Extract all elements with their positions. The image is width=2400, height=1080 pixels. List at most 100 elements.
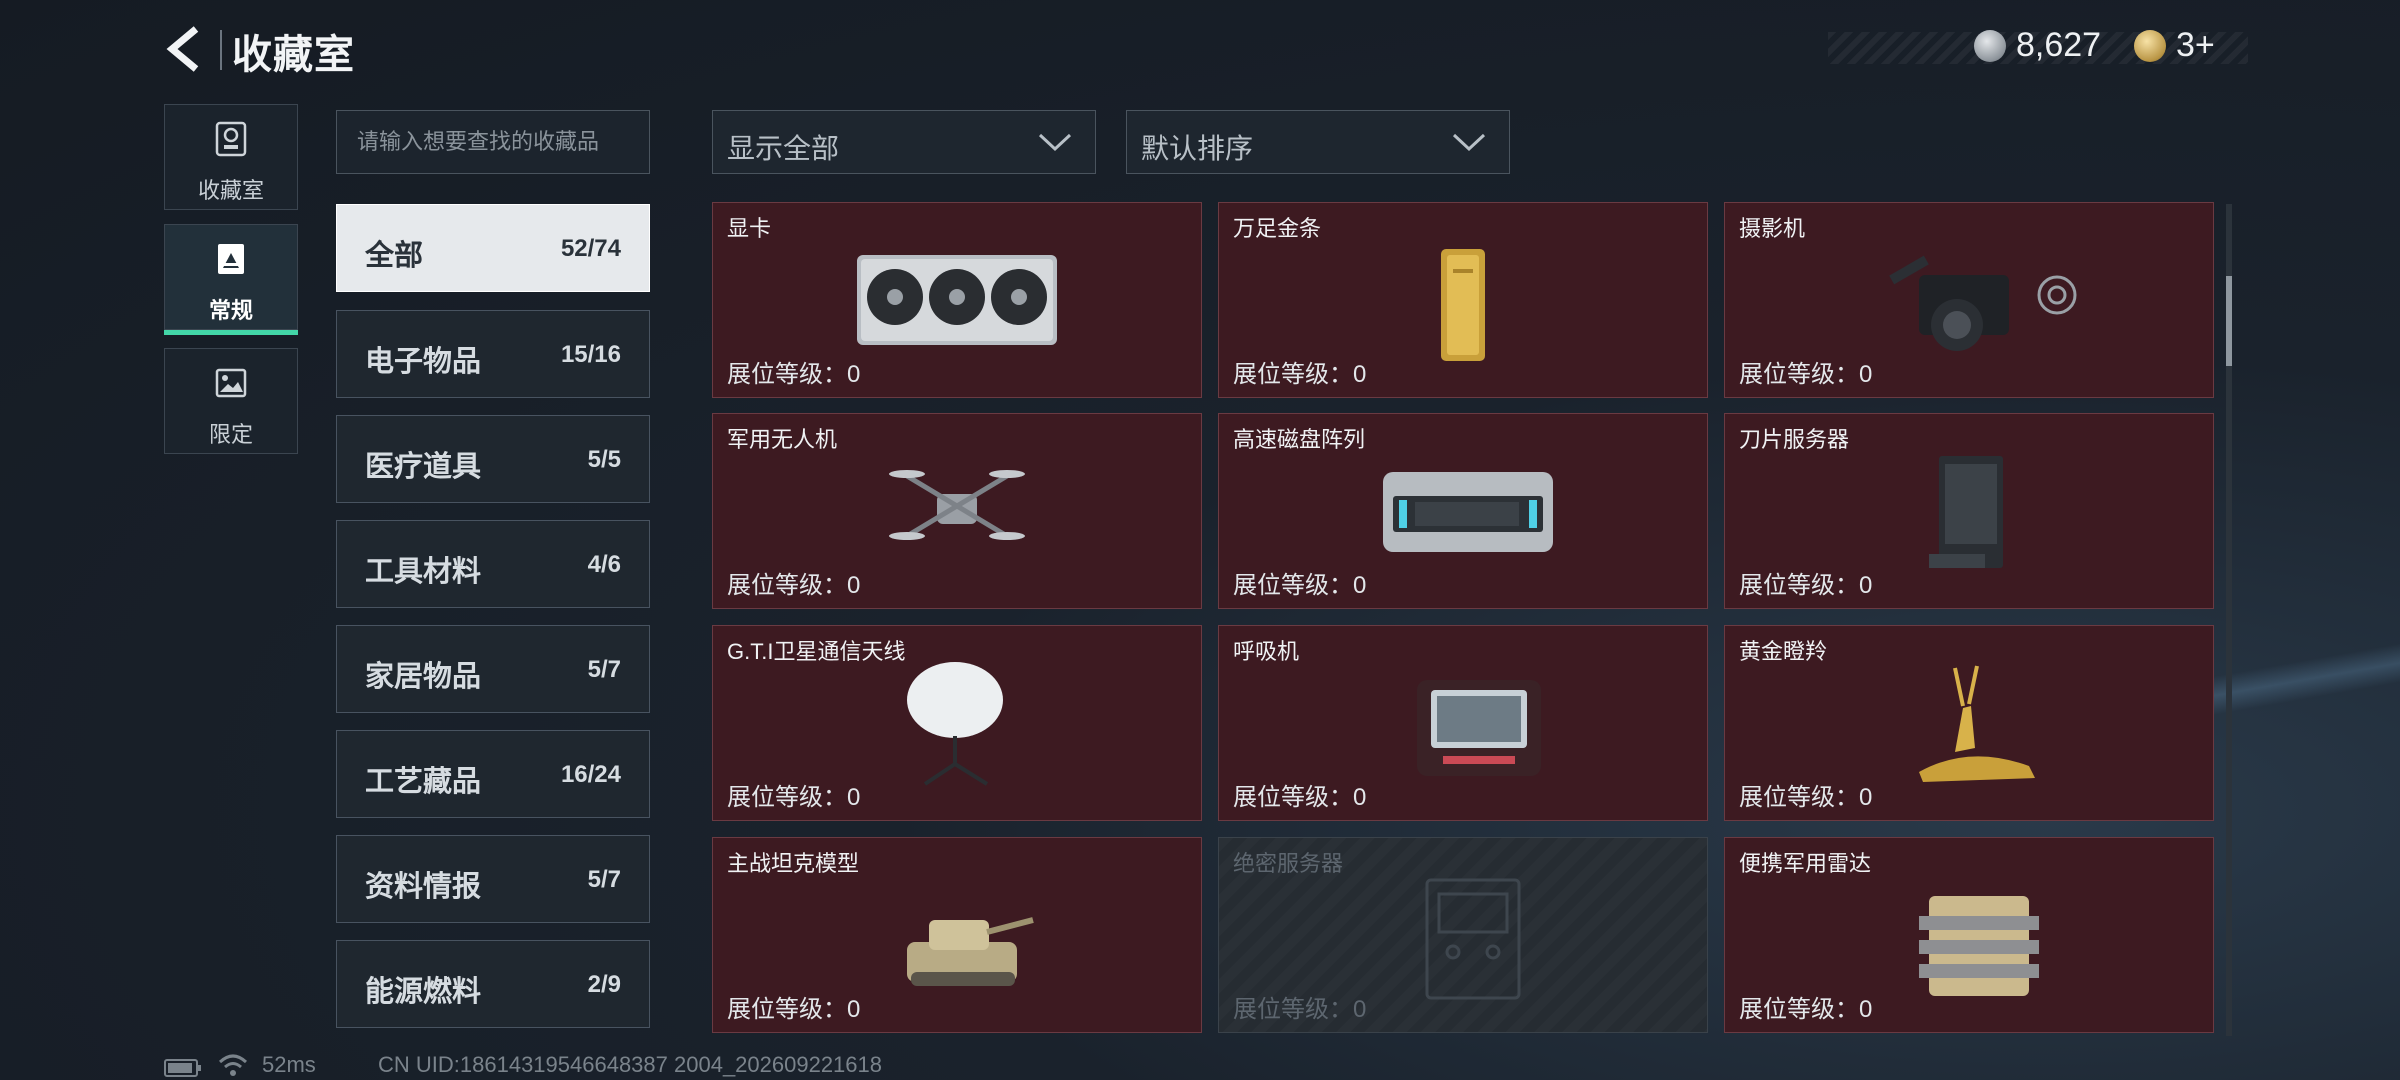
category-count: 5/7 — [587, 656, 621, 683]
graphics-card-icon — [857, 255, 1057, 345]
title-divider — [220, 30, 222, 70]
scrollbar-thumb[interactable] — [2226, 276, 2232, 366]
disk-array-icon — [1383, 472, 1553, 552]
item-level: 展位等级：0 — [727, 784, 861, 811]
photo-card-icon — [218, 244, 244, 274]
category-intel[interactable]: 资料情报 5/7 — [336, 835, 650, 923]
item-level: 展位等级：0 — [1739, 572, 1873, 599]
nav-label: 收藏室 — [197, 178, 264, 203]
nav-label: 常规 — [208, 298, 253, 323]
secret-server-icon — [1425, 878, 1521, 1000]
item-level: 展位等级：0 — [1739, 996, 1873, 1023]
item-level: 展位等级：0 — [1233, 572, 1367, 599]
item-card[interactable]: G.T.I卫星通信天线 展位等级：0 — [712, 625, 1202, 821]
landscape-icon — [215, 368, 247, 398]
item-name: 万足金条 — [1233, 216, 1322, 241]
category-name: 工具材料 — [365, 556, 482, 588]
category-count: 2/9 — [587, 971, 621, 998]
category-name: 电子物品 — [365, 346, 482, 378]
item-card[interactable]: 高速磁盘阵列 展位等级：0 — [1218, 413, 1708, 609]
golden-gazelle-icon — [1919, 665, 2035, 782]
item-level: 展位等级：0 — [1233, 996, 1367, 1023]
nav-label: 限定 — [208, 422, 253, 447]
item-name: 摄影机 — [1739, 216, 1806, 241]
ventilator-icon — [1417, 680, 1541, 776]
item-level: 展位等级：0 — [1739, 361, 1873, 388]
category-name: 能源燃料 — [365, 976, 482, 1008]
item-card[interactable]: 呼吸机 展位等级：0 — [1218, 625, 1708, 821]
nav-limited[interactable]: 限定 — [164, 348, 298, 454]
gold-bar-icon — [1441, 249, 1485, 361]
portable-radar-icon — [1919, 896, 2039, 996]
gold-badge-icon — [2134, 30, 2166, 62]
item-card[interactable]: 主战坦克模型 展位等级：0 — [712, 837, 1202, 1033]
item-name: 刀片服务器 — [1739, 427, 1850, 452]
ping-value: 52ms — [262, 1052, 316, 1077]
blade-server-icon — [1929, 456, 2003, 568]
filter-value: 显示全部 — [727, 133, 840, 164]
item-card[interactable]: 军用无人机 展位等级：0 — [712, 413, 1202, 609]
category-household[interactable]: 家居物品 5/7 — [336, 625, 650, 713]
category-count: 15/16 — [560, 341, 621, 368]
tank-model-icon — [907, 917, 1034, 986]
sort-dropdown[interactable]: 默认排序 — [1126, 110, 1510, 174]
item-card[interactable]: 万足金条 展位等级：0 — [1218, 202, 1708, 398]
trophy-icon — [215, 121, 247, 157]
category-name: 全部 — [365, 240, 424, 272]
filter-dropdown[interactable]: 显示全部 — [712, 110, 1096, 174]
item-level: 展位等级：0 — [1739, 784, 1873, 811]
item-level: 展位等级：0 — [727, 361, 861, 388]
chevron-down-icon — [1038, 133, 1072, 152]
item-card[interactable]: 显卡 展位等级：0 — [712, 202, 1202, 398]
item-name: 主战坦克模型 — [727, 851, 860, 876]
category-count: 5/7 — [587, 866, 621, 893]
silver-coin-icon — [1974, 30, 2006, 62]
category-count: 5/5 — [587, 446, 621, 473]
item-card-locked[interactable]: 绝密服务器 展位等级：0 — [1218, 837, 1708, 1033]
item-card[interactable]: 便携军用雷达 展位等级：0 — [1724, 837, 2214, 1033]
chevron-down-icon — [1452, 133, 1486, 152]
nav-regular[interactable]: 常规 — [164, 224, 298, 335]
category-name: 家居物品 — [365, 661, 482, 693]
item-level: 展位等级：0 — [727, 572, 861, 599]
wifi-icon — [218, 1054, 248, 1076]
category-medical[interactable]: 医疗道具 5/5 — [336, 415, 650, 503]
item-name: 显卡 — [727, 216, 772, 241]
item-card[interactable]: 摄影机 展位等级：0 — [1724, 202, 2214, 398]
item-name: 便携军用雷达 — [1739, 851, 1872, 876]
back-arrow-icon[interactable] — [162, 25, 206, 73]
item-level: 展位等级：0 — [727, 996, 861, 1023]
satellite-dish-icon — [907, 662, 1003, 786]
item-level: 展位等级：0 — [1233, 784, 1367, 811]
silver-currency-value: 8,627 — [2016, 26, 2102, 64]
category-name: 工艺藏品 — [365, 766, 482, 798]
item-name: 黄金瞪羚 — [1739, 639, 1828, 664]
category-tools[interactable]: 工具材料 4/6 — [336, 520, 650, 608]
item-name: 呼吸机 — [1233, 639, 1300, 664]
item-name: 军用无人机 — [727, 427, 838, 452]
category-crafts[interactable]: 工艺藏品 16/24 — [336, 730, 650, 818]
item-name: 绝密服务器 — [1233, 851, 1344, 876]
category-count: 4/6 — [587, 551, 621, 578]
nav-collection-room[interactable]: 收藏室 — [164, 104, 298, 210]
video-camera-icon — [1889, 255, 2077, 351]
category-count: 52/74 — [560, 235, 621, 262]
item-card[interactable]: 黄金瞪羚 展位等级：0 — [1724, 625, 2214, 821]
item-name: 高速磁盘阵列 — [1233, 427, 1366, 452]
drone-icon — [889, 470, 1025, 540]
item-card[interactable]: 刀片服务器 展位等级：0 — [1724, 413, 2214, 609]
category-all[interactable]: 全部 52/74 — [336, 204, 650, 292]
page-title: 收藏室 — [232, 33, 355, 77]
item-name: G.T.I卫星通信天线 — [727, 639, 906, 664]
battery-icon — [164, 1059, 201, 1077]
gold-currency-value: 3+ — [2176, 26, 2215, 64]
category-count: 16/24 — [560, 761, 621, 788]
category-name: 医疗道具 — [365, 451, 482, 483]
search-input[interactable] — [336, 110, 650, 174]
category-name: 资料情报 — [365, 871, 482, 903]
sort-value: 默认排序 — [1141, 133, 1254, 164]
uid-text: CN UID:18614319546648387 2004_2026092216… — [378, 1052, 883, 1077]
category-energy[interactable]: 能源燃料 2/9 — [336, 940, 650, 1028]
category-electronics[interactable]: 电子物品 15/16 — [336, 310, 650, 398]
item-level: 展位等级：0 — [1233, 361, 1367, 388]
